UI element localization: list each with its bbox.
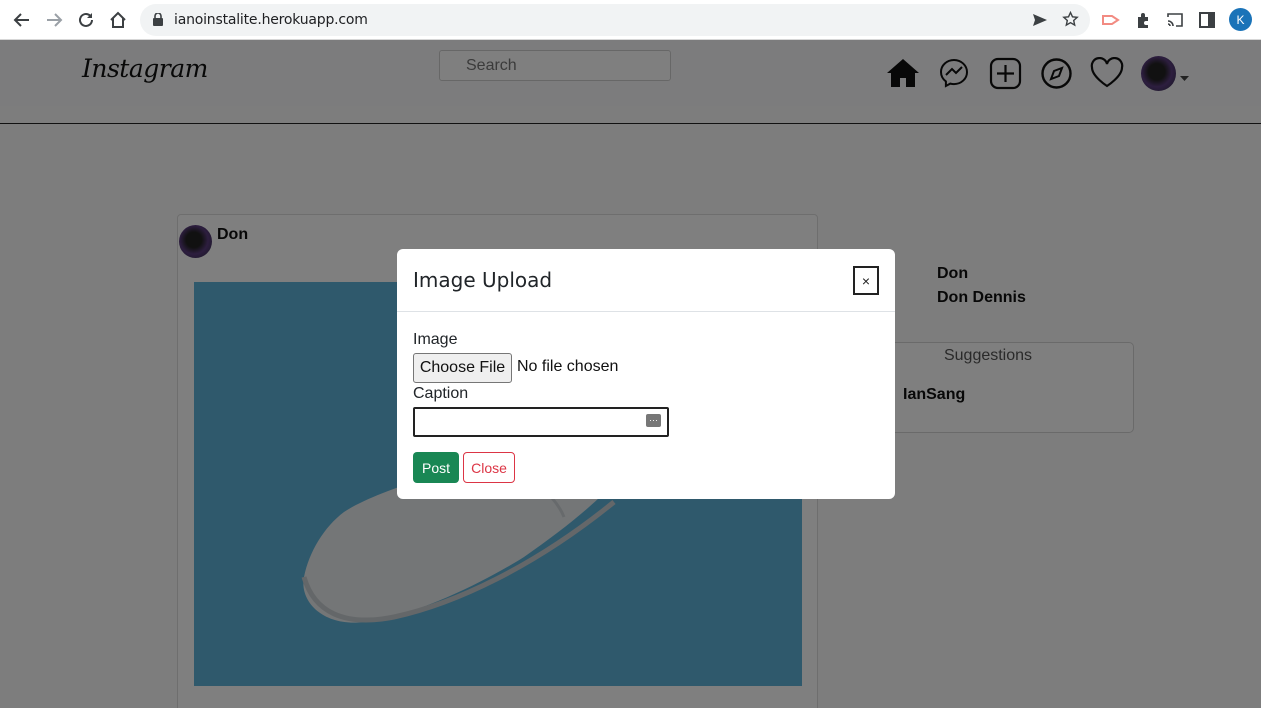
extension-icon[interactable] bbox=[1099, 8, 1123, 32]
modal-header: Image Upload × bbox=[397, 249, 895, 312]
browser-toolbar: ianoinstalite.herokuapp.com K bbox=[0, 0, 1261, 40]
home-page-icon[interactable] bbox=[106, 8, 130, 32]
modal-title: Image Upload bbox=[413, 268, 553, 292]
modal-close-button[interactable]: × bbox=[853, 266, 879, 295]
lock-icon bbox=[153, 12, 163, 31]
send-icon[interactable] bbox=[1032, 12, 1048, 33]
side-panel-icon[interactable] bbox=[1195, 8, 1219, 32]
address-bar[interactable]: ianoinstalite.herokuapp.com bbox=[140, 4, 1090, 36]
cast-icon[interactable] bbox=[1163, 8, 1187, 32]
forward-icon[interactable] bbox=[42, 8, 66, 32]
caption-label: Caption bbox=[413, 385, 469, 402]
close-button[interactable]: Close bbox=[463, 452, 515, 483]
profile-avatar-badge[interactable]: K bbox=[1229, 8, 1252, 31]
reload-icon[interactable] bbox=[74, 8, 98, 32]
file-status-text: No file chosen bbox=[517, 358, 619, 375]
url-text: ianoinstalite.herokuapp.com bbox=[174, 12, 368, 28]
post-button[interactable]: Post bbox=[413, 452, 459, 483]
image-upload-modal: Image Upload × Image Choose File No file… bbox=[397, 249, 895, 499]
back-icon[interactable] bbox=[10, 8, 34, 32]
image-label: Image bbox=[413, 331, 458, 348]
puzzle-icon[interactable] bbox=[1131, 8, 1155, 32]
keyboard-icon[interactable]: ··· bbox=[646, 414, 661, 427]
caption-input[interactable]: ··· bbox=[413, 407, 669, 437]
bookmark-star-icon[interactable] bbox=[1062, 10, 1079, 33]
choose-file-button[interactable]: Choose File bbox=[413, 353, 512, 383]
page: Instagram Search Don bbox=[0, 40, 1261, 708]
